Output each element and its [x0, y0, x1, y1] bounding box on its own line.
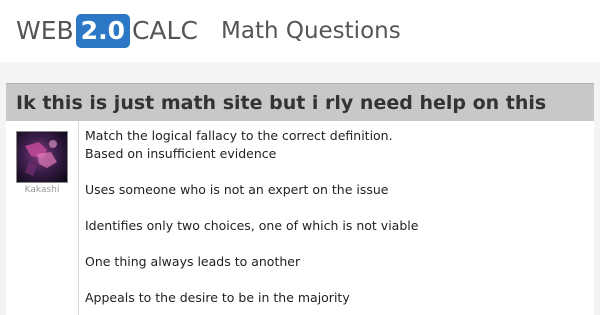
question-line: Based on insufficient evidence	[85, 146, 277, 161]
logo-suffix: CALC	[131, 16, 198, 45]
site-section-title[interactable]: Math Questions	[221, 14, 401, 48]
question-title-bar: Ik this is just math site but i rly need…	[6, 83, 594, 122]
avatar-image	[17, 132, 67, 182]
logo-version-badge: 2.0	[75, 14, 130, 48]
question-line: Appeals to the desire to be in the major…	[85, 290, 350, 305]
logo-prefix: WEB	[16, 16, 74, 45]
question-line: Uses someone who is not an expert on the…	[85, 182, 389, 197]
question-line: Match the logical fallacy to the correct…	[85, 128, 393, 143]
question-line: One thing always leads to another	[85, 254, 301, 269]
question-line: Identifies only two choices, one of whic…	[85, 218, 419, 233]
question-title: Ik this is just math site but i rly need…	[16, 92, 547, 114]
site-header: WEB 2.0 CALC Math Questions	[0, 0, 600, 62]
page: WEB 2.0 CALC Math Questions Ik this is j…	[0, 0, 600, 315]
site-logo[interactable]: WEB 2.0 CALC	[16, 14, 198, 48]
question-panel: Kakashi Match the logical fallacy to the…	[6, 121, 594, 315]
author-name[interactable]: Kakashi	[6, 185, 78, 195]
avatar[interactable]	[16, 131, 68, 183]
author-column: Kakashi	[6, 121, 79, 315]
question-body: Match the logical fallacy to the correct…	[85, 127, 585, 307]
